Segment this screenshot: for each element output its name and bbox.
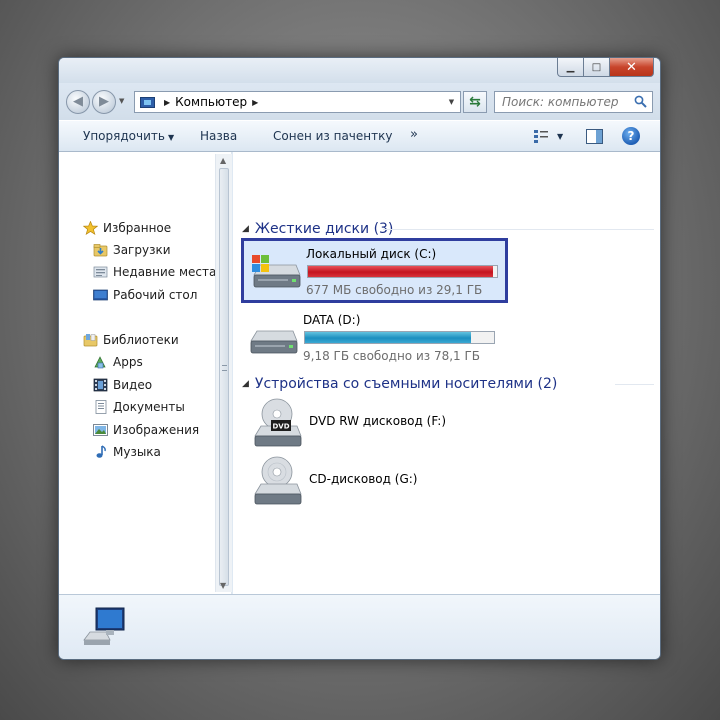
drive-d[interactable]: DATA (D:) 9,18 ГБ свободно из 78,1 ГБ — [241, 307, 508, 372]
nav-item-label: Рабочий стол — [113, 288, 198, 302]
chevron-down-icon: ▼ — [167, 133, 175, 142]
navigation-bar: ◀ ▶ ▼ ▶ Компьютер ▶ ▼ ⇆ Поиск: компьютер — [59, 83, 660, 120]
hard-drive-icon — [250, 330, 298, 354]
organize-button[interactable]: Упорядочить ▼ — [83, 129, 174, 143]
drive-c[interactable]: Локальный диск (C:) 677 МБ свободно из 2… — [241, 238, 508, 303]
group-header-hard-disks[interactable]: ◢ Жесткие диски (3) — [242, 220, 393, 238]
nav-item-label: Изображения — [113, 423, 200, 437]
nav-item-label: Apps — [113, 355, 143, 369]
search-icon[interactable] — [634, 95, 647, 108]
system-drive-icon — [252, 255, 301, 288]
drive-name: Локальный диск (C:) — [306, 247, 437, 261]
forward-button[interactable]: ▶ — [92, 90, 116, 114]
organize-label: Упорядочить — [83, 129, 165, 143]
breadcrumb-separator-icon[interactable]: ▶ — [164, 98, 170, 107]
view-options-dropdown-icon[interactable]: ▼ — [557, 132, 563, 141]
dvd-drive-icon: DVD — [254, 398, 302, 447]
drive-free-space: 9,18 ГБ свободно из 78,1 ГБ — [303, 349, 481, 363]
name-button[interactable]: Назва — [200, 129, 237, 143]
downloads-folder-icon — [93, 244, 108, 257]
nav-item-desktop[interactable]: Рабочий стол — [93, 286, 197, 304]
cd-drive-icon — [254, 456, 302, 505]
nav-item-downloads[interactable]: Загрузки — [93, 241, 171, 259]
recent-places-icon — [93, 266, 108, 278]
group-header-label: Жесткие диски (3) — [254, 221, 394, 237]
title-bar[interactable]: ▁ □ ✕ — [59, 58, 660, 83]
back-button[interactable]: ◀ — [66, 90, 90, 114]
caption-buttons: ▁ □ ✕ — [557, 58, 654, 77]
nav-item-label: Документы — [113, 400, 185, 414]
search-placeholder: Поиск: компьютер — [502, 95, 619, 109]
preview-pane-icon[interactable] — [586, 129, 603, 144]
drive-usage-fill — [308, 266, 493, 277]
drive-free-space: 677 МБ свободно из 29,1 ГБ — [306, 283, 483, 297]
change-view-icon[interactable] — [533, 129, 549, 143]
help-icon[interactable]: ? — [622, 127, 640, 145]
nav-libraries[interactable]: Библиотеки — [83, 331, 179, 349]
scroll-down-icon[interactable]: ▼ — [220, 581, 226, 590]
scrollbar-grip-icon — [222, 365, 227, 371]
refresh-button[interactable]: ⇆ — [463, 91, 487, 113]
group-divider — [615, 384, 654, 385]
nav-item-label: Видео — [113, 378, 153, 392]
group-header-removable[interactable]: ◢ Устройства со съемными носителями (2) — [242, 375, 557, 393]
star-icon — [83, 221, 98, 235]
nav-item-label: Загрузки — [113, 243, 171, 257]
drive-usage-bar — [304, 331, 495, 344]
breadcrumb-child-arrow-icon[interactable]: ▶ — [252, 98, 258, 107]
collapse-icon: ◢ — [242, 224, 249, 234]
nav-favorites[interactable]: Избранное — [83, 219, 171, 237]
cd-drive-g[interactable]: CD-дисковод (G:) — [251, 454, 551, 510]
explorer-window: ▁ □ ✕ ◀ ▶ ▼ ▶ Компьютер ▶ ▼ ⇆ Поиск: ком… — [58, 57, 661, 660]
content-pane: ◢ Жесткие диски (3) Локальный диск (C:) … — [233, 152, 660, 594]
nav-libraries-label: Библиотеки — [103, 333, 179, 347]
nav-item-documents[interactable]: Документы — [93, 398, 185, 416]
collapse-icon: ◢ — [242, 379, 249, 389]
drive-usage-fill — [305, 332, 472, 343]
breadcrumb-computer[interactable]: Компьютер — [175, 95, 247, 109]
group-divider — [383, 229, 654, 230]
navigation-pane: Избранное Загрузки Недавние места Рабочи… — [59, 152, 232, 594]
desktop-icon — [93, 289, 108, 301]
computer-icon — [140, 96, 155, 108]
nav-item-music[interactable]: Музыка — [93, 443, 161, 461]
music-icon — [96, 445, 106, 458]
nav-favorites-label: Избранное — [103, 221, 172, 235]
details-pane — [59, 594, 660, 659]
minimize-button[interactable]: ▁ — [557, 58, 584, 77]
group-header-label: Устройства со съемными носителями (2) — [254, 376, 558, 392]
burn-button[interactable]: Сонен из пачентку — [273, 129, 392, 143]
device-name: DVD RW дисковод (F:) — [309, 414, 447, 428]
nav-item-video[interactable]: Видео — [93, 376, 152, 394]
recent-pages-dropdown[interactable]: ▼ — [119, 97, 124, 105]
nav-item-pictures[interactable]: Изображения — [93, 421, 199, 439]
nav-item-apps[interactable]: Apps — [93, 353, 143, 371]
drive-name: DATA (D:) — [303, 313, 361, 327]
nav-item-label: Музыка — [113, 445, 161, 459]
nav-item-label: Недавние места — [113, 265, 217, 279]
close-button[interactable]: ✕ — [610, 58, 654, 77]
address-dropdown-icon[interactable]: ▼ — [443, 92, 460, 112]
address-bar[interactable]: ▶ Компьютер ▶ ▼ — [134, 91, 461, 113]
libraries-icon — [83, 334, 98, 347]
pictures-icon — [93, 424, 108, 436]
dvd-drive-f[interactable]: DVD DVD RW дисковод (F:) — [251, 396, 551, 452]
more-commands-button[interactable]: » — [410, 127, 418, 142]
drive-usage-bar — [307, 265, 498, 278]
maximize-button[interactable]: □ — [584, 58, 610, 77]
search-input[interactable]: Поиск: компьютер — [494, 91, 653, 113]
device-name: CD-дисковод (G:) — [309, 472, 418, 486]
scroll-up-icon[interactable]: ▲ — [220, 156, 226, 165]
scrollbar-thumb[interactable] — [219, 168, 229, 586]
computer-icon — [83, 607, 125, 645]
dvd-badge: DVD — [272, 423, 289, 431]
navigation-scrollbar[interactable]: ▲ ▼ — [215, 154, 232, 592]
nav-item-recent-places[interactable]: Недавние места — [93, 263, 216, 281]
documents-icon — [95, 400, 107, 414]
command-bar: Упорядочить ▼ Назва Сонен из пачентку » ▼… — [59, 120, 660, 152]
apps-icon — [94, 356, 106, 369]
video-icon — [93, 378, 108, 392]
